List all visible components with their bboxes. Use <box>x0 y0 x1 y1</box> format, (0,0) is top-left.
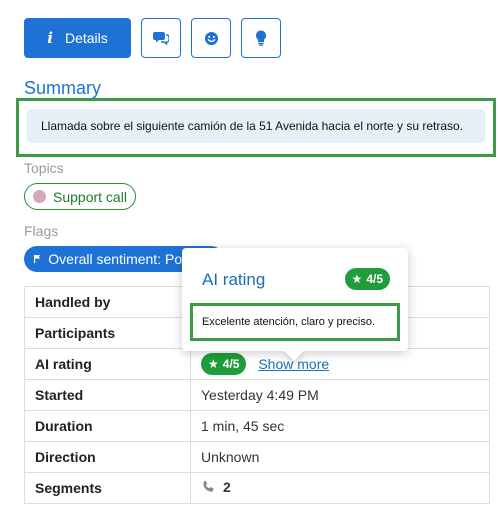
topic-chip[interactable]: Support call <box>24 183 136 210</box>
lightbulb-icon <box>256 30 266 46</box>
topic-dot-icon <box>33 190 46 203</box>
row-key: Segments <box>24 472 191 504</box>
row-key: Direction <box>24 441 191 473</box>
topics-label: Topics <box>24 160 64 176</box>
summary-text: Llamada sobre el siguiente camión de la … <box>27 109 485 143</box>
segments-cell: 2 <box>190 472 490 504</box>
popover-title: AI rating <box>202 270 266 289</box>
table-row: Segments 2 <box>24 472 490 504</box>
table-row: Started Yesterday 4:49 PM <box>24 379 490 411</box>
row-value: Yesterday 4:49 PM <box>190 379 490 411</box>
table-row: AI rating ★ 4/5 Show more <box>24 348 490 380</box>
row-key: Handled by <box>24 286 191 318</box>
details-button[interactable]: i Details <box>24 18 131 58</box>
row-value: Unknown <box>190 441 490 473</box>
topic-chip-label: Support call <box>53 188 127 205</box>
row-key: Participants <box>24 317 191 349</box>
row-key: Duration <box>24 410 191 442</box>
popover-text: Excelente atención, claro y preciso. <box>190 303 400 341</box>
row-key: Started <box>24 379 191 411</box>
toolbar: i Details <box>24 18 281 58</box>
summary-title: Summary <box>24 78 102 98</box>
chat-icon <box>153 32 169 45</box>
phone-icon <box>203 480 214 492</box>
ai-rating-popover: AI rating ★ 4/5 Excelente atención, clar… <box>182 248 408 361</box>
popover-rating-value: 4/5 <box>366 272 383 286</box>
sentiment-button[interactable] <box>191 18 231 58</box>
smiley-icon <box>204 31 218 45</box>
row-key: AI rating <box>24 348 191 380</box>
row-value: 1 min, 45 sec <box>190 410 490 442</box>
table-row: Direction Unknown <box>24 441 490 473</box>
ai-rating-value: 4/5 <box>222 357 240 371</box>
ai-rating-badge[interactable]: ★ 4/5 <box>201 353 247 375</box>
table-row: Duration 1 min, 45 sec <box>24 410 490 442</box>
summary-highlight-frame: Llamada sobre el siguiente camión de la … <box>16 98 496 157</box>
comments-button[interactable] <box>141 18 181 58</box>
ai-rating-cell: ★ 4/5 Show more <box>190 348 490 380</box>
insights-button[interactable] <box>241 18 281 58</box>
star-icon: ★ <box>208 357 219 371</box>
star-icon: ★ <box>351 272 363 286</box>
flags-label: Flags <box>24 223 59 239</box>
segments-count: 2 <box>223 479 231 495</box>
popover-rating-badge: ★ 4/5 <box>344 268 390 290</box>
info-icon: i <box>47 29 53 47</box>
flag-icon <box>34 254 41 264</box>
details-button-label: Details <box>64 30 108 46</box>
